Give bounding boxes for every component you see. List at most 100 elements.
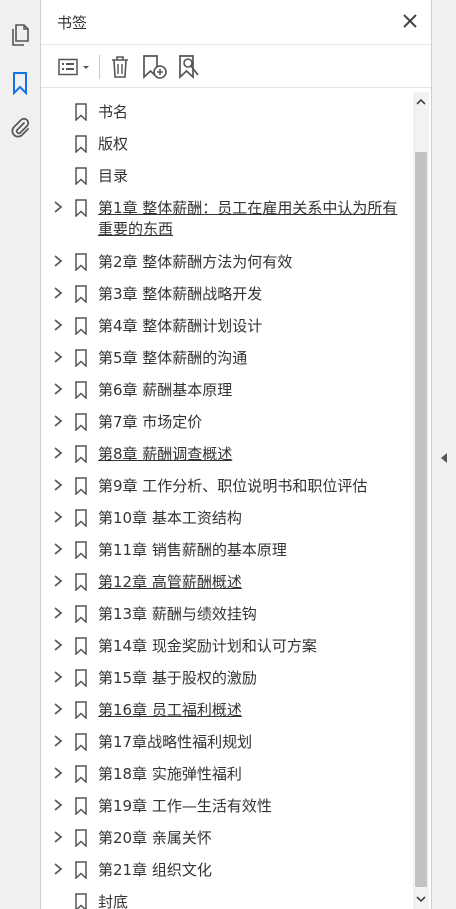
triangle-left-icon <box>441 453 447 463</box>
expand-chevron-icon[interactable] <box>51 830 65 844</box>
bookmark-item[interactable]: 第12章 高管薪酬概述 <box>41 568 413 600</box>
bookmark-icon <box>75 199 87 217</box>
bookmark-item[interactable]: 第20章 亲属关怀 <box>41 824 413 856</box>
vertical-scrollbar[interactable] <box>413 92 429 909</box>
expand-chevron-icon[interactable] <box>51 798 65 812</box>
bookmark-label: 第13章 薪酬与绩效挂钩 <box>98 605 257 623</box>
bookmark-item[interactable]: 版权 <box>41 130 413 162</box>
page-thumbnails-button[interactable] <box>7 22 33 48</box>
bookmark-item[interactable]: 第3章 整体薪酬战略开发 <box>41 280 413 312</box>
bookmark-label: 第21章 组织文化 <box>98 861 212 879</box>
expand-chevron-icon[interactable] <box>51 350 65 364</box>
right-collapse-strip <box>431 0 456 909</box>
bookmark-item[interactable]: 第15章 基于股权的激励 <box>41 664 413 696</box>
expand-chevron-icon[interactable] <box>51 670 65 684</box>
bookmarks-button[interactable] <box>7 70 48 96</box>
new-bookmark-button[interactable] <box>139 54 169 80</box>
scrollbar-thumb[interactable] <box>415 152 427 887</box>
bookmark-icon <box>75 135 87 153</box>
navigation-rail <box>0 0 48 909</box>
bookmark-item[interactable]: 第17章战略性福利规划 <box>41 728 413 760</box>
bookmark-item[interactable]: 第11章 销售薪酬的基本原理 <box>41 536 413 568</box>
bookmark-item[interactable]: 第5章 整体薪酬的沟通 <box>41 344 413 376</box>
bookmark-icon <box>75 637 87 655</box>
bookmark-item[interactable]: 书名 <box>41 98 413 130</box>
expand-chevron-icon[interactable] <box>51 478 65 492</box>
find-bookmark-button[interactable] <box>175 54 205 80</box>
delete-bookmark-button[interactable] <box>107 54 133 80</box>
bookmark-label: 第12章 高管薪酬概述 <box>98 573 242 591</box>
expand-chevron-icon[interactable] <box>51 702 65 716</box>
bookmark-item[interactable]: 第19章 工作—生活有效性 <box>41 792 413 824</box>
expand-chevron-icon[interactable] <box>51 200 65 214</box>
expand-chevron-icon[interactable] <box>51 574 65 588</box>
bookmark-label: 第6章 薪酬基本原理 <box>98 381 233 399</box>
expand-chevron-icon[interactable] <box>51 510 65 524</box>
close-panel-button[interactable] <box>399 10 421 32</box>
expand-chevron-icon[interactable] <box>51 542 65 556</box>
bookmark-label: 第5章 整体薪酬的沟通 <box>98 349 248 367</box>
bookmark-item[interactable]: 第8章 薪酬调查概述 <box>41 440 413 472</box>
bookmark-tree: 书名版权目录第1章 整体薪酬：员工在雇用关系中认为所有重要的东西第2章 整体薪酬… <box>41 92 413 909</box>
bookmark-icon <box>75 317 87 335</box>
bookmark-item[interactable]: 第9章 工作分析、职位说明书和职位评估 <box>41 472 413 504</box>
bookmark-item[interactable]: 第6章 薪酬基本原理 <box>41 376 413 408</box>
bookmark-icon <box>75 349 87 367</box>
expand-chevron-icon[interactable] <box>51 318 65 332</box>
bookmark-label: 版权 <box>98 135 129 153</box>
bookmark-icon <box>75 509 87 527</box>
bookmark-item[interactable]: 第21章 组织文化 <box>41 856 413 888</box>
bookmark-icon <box>75 285 87 303</box>
bookmark-label: 第10章 基本工资结构 <box>98 509 242 527</box>
bookmark-icon <box>75 573 87 591</box>
bookmark-item[interactable]: 封底 <box>41 888 413 909</box>
bookmark-item[interactable]: 第1章 整体薪酬：员工在雇用关系中认为所有重要的东西 <box>41 194 413 248</box>
bookmark-label: 第19章 工作—生活有效性 <box>98 797 272 815</box>
bookmark-icon <box>75 797 87 815</box>
close-icon <box>403 14 417 28</box>
bookmark-label: 第18章 实施弹性福利 <box>98 765 242 783</box>
expand-chevron-icon[interactable] <box>51 862 65 876</box>
bookmark-label: 第1章 整体薪酬：员工在雇用关系中认为所有重要的东西 <box>98 199 398 238</box>
bookmark-item[interactable]: 第2章 整体薪酬方法为何有效 <box>41 248 413 280</box>
scroll-down-button[interactable] <box>413 891 429 907</box>
bookmark-item[interactable]: 第13章 薪酬与绩效挂钩 <box>41 600 413 632</box>
expand-chevron-icon[interactable] <box>51 766 65 780</box>
bookmark-label: 第11章 销售薪酬的基本原理 <box>98 541 287 559</box>
options-menu-button[interactable] <box>55 54 93 80</box>
attachments-button[interactable] <box>7 115 33 141</box>
scroll-up-button[interactable] <box>413 94 429 110</box>
bookmark-item[interactable]: 第4章 整体薪酬计划设计 <box>41 312 413 344</box>
bookmark-item[interactable]: 目录 <box>41 162 413 194</box>
bookmark-icon <box>75 861 87 879</box>
expand-chevron-icon[interactable] <box>51 286 65 300</box>
expand-chevron-icon[interactable] <box>51 638 65 652</box>
paperclip-icon <box>11 117 30 138</box>
bookmark-label: 第8章 薪酬调查概述 <box>98 445 233 463</box>
bookmark-toolbar <box>41 44 431 88</box>
bookmark-label: 书名 <box>98 103 129 121</box>
bookmark-item[interactable]: 第16章 员工福利概述 <box>41 696 413 728</box>
bookmark-icon <box>75 605 87 623</box>
expand-chevron-icon[interactable] <box>51 254 65 268</box>
bookmark-item[interactable]: 第10章 基本工资结构 <box>41 504 413 536</box>
expand-chevron-icon[interactable] <box>51 606 65 620</box>
bookmark-label: 第16章 员工福利概述 <box>98 701 242 719</box>
expand-chevron-icon[interactable] <box>51 414 65 428</box>
bookmark-icon <box>75 541 87 559</box>
bookmark-item[interactable]: 第7章 市场定价 <box>41 408 413 440</box>
bookmark-search-icon <box>179 55 199 79</box>
bookmark-item[interactable]: 第18章 实施弹性福利 <box>41 760 413 792</box>
expand-chevron-icon[interactable] <box>51 446 65 460</box>
chevron-down-icon <box>416 896 426 903</box>
bookmark-label: 第20章 亲属关怀 <box>98 829 212 847</box>
bookmark-label: 第15章 基于股权的激励 <box>98 669 257 687</box>
bookmark-icon <box>75 253 87 271</box>
bookmark-label: 第3章 整体薪酬战略开发 <box>98 285 263 303</box>
bookmark-label: 第2章 整体薪酬方法为何有效 <box>98 253 293 271</box>
expand-chevron-icon[interactable] <box>51 382 65 396</box>
collapse-pane-button[interactable] <box>439 450 449 466</box>
expand-chevron-icon[interactable] <box>51 734 65 748</box>
bookmark-icon <box>75 701 87 719</box>
bookmark-item[interactable]: 第14章 现金奖励计划和认可方案 <box>41 632 413 664</box>
